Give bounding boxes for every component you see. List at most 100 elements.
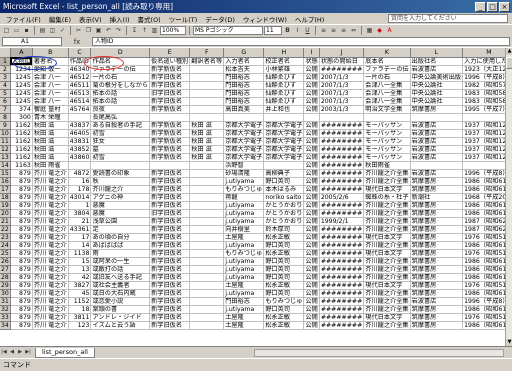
cell[interactable]: 879 [10,281,33,290]
cell[interactable]: 1152 [68,297,92,306]
cell[interactable]: 879 [10,209,33,218]
cell[interactable]: 雨 [90,249,151,258]
cell[interactable]: 拓本の話 [90,89,151,98]
row-header[interactable]: 20 [0,209,11,218]
cell[interactable] [189,297,225,306]
cell[interactable]: 43361 [68,225,92,234]
borders-icon[interactable]: ▦ [365,26,374,35]
cell[interactable]: アンドレ・ジイド [90,313,151,322]
cell[interactable] [189,73,225,82]
menu-data[interactable]: データ(D) [201,14,239,24]
cell[interactable]: 高柳典子 [263,169,305,178]
cell[interactable]: 879 [10,265,33,274]
cell[interactable]: 岩波書店 [410,169,464,178]
cell[interactable]: 879 [10,233,33,242]
cell[interactable]: 374 [10,105,33,114]
row-header[interactable]: 15 [0,169,11,178]
cell[interactable]: 青木 栄瞳 [32,113,69,122]
cell[interactable]: 野口英司 [263,265,305,274]
row-header[interactable]: 23 [0,233,11,242]
cell[interactable]: 野口英司 [263,257,305,266]
cell[interactable]: 1163 [10,161,33,170]
cell[interactable]: 鈴木厚司 [263,225,305,234]
cell[interactable]: 筑摩書房 [410,281,464,290]
sort-asc-icon[interactable]: ↑ [140,26,149,35]
row-header[interactable]: 6 [0,97,11,106]
cell[interactable]: ######## [319,297,365,306]
cell[interactable]: 旧字旧仮名 [149,89,191,98]
cell[interactable]: 足 [90,225,151,234]
column-header-e[interactable]: E [149,48,191,58]
row-header[interactable]: 10 [0,129,11,138]
cell[interactable]: 1999/2/1 [319,217,365,226]
cell[interactable]: かとうかおり [263,201,305,210]
cell[interactable]: 新字旧仮名 [149,81,191,90]
cell[interactable]: 公開 [303,105,320,114]
cell[interactable]: 1996（平成8） [462,297,505,306]
open-folder-icon[interactable]: ▭ [12,26,21,35]
cell[interactable]: 18 [68,305,92,314]
row-header[interactable]: 2 [0,65,11,74]
row-header[interactable]: 11 [0,137,11,146]
column-header-d[interactable]: D [90,48,151,58]
cell[interactable]: 筑摩書房 [410,249,464,258]
cell[interactable]: ######## [319,305,365,314]
cell[interactable]: 1987（昭和62） [462,225,505,234]
cell[interactable]: 1986（昭和61） [462,177,505,186]
cell[interactable]: アグニの神 [90,193,151,202]
cell[interactable] [189,201,225,210]
cell[interactable] [263,113,305,122]
cell[interactable]: 13 [68,265,92,274]
spreadsheet-grid[interactable]: ABCDEFGHIJKLM 1 人物ID 著者名 作品ID 作品名 仮名遣い種別 翻訳者名等… [0,48,505,346]
cell[interactable]: 879 [10,321,33,330]
cell[interactable] [410,161,464,170]
cell[interactable]: 会津 八一 [32,81,69,90]
row-header[interactable]: 29 [0,281,11,290]
cell[interactable] [90,161,151,170]
sheet-tab-list-person-all[interactable]: list_person_all [35,347,95,358]
help-question-input[interactable]: 質問を入力してください [388,14,508,23]
cell[interactable]: 本木はるみ [263,185,305,194]
cell[interactable]: 芥川 竜之介 [32,209,69,218]
cell[interactable] [189,105,225,114]
cell[interactable]: 門田裕志 [223,81,265,90]
cell[interactable]: 小林繁雄 [263,65,305,74]
cell[interactable]: 芥川龍之介全集 [363,225,411,234]
merge-center-icon[interactable]: ⇔ [349,26,358,35]
cell[interactable]: 筑摩書房 [410,177,464,186]
cell[interactable]: 会津 八一 [32,73,69,82]
cell[interactable]: 2007/1/3 [319,73,365,82]
cell[interactable]: 2003/1/3 [319,105,365,114]
row-header[interactable]: 19 [0,201,11,210]
cell[interactable]: 松本吉夫 [223,65,265,74]
menu-view[interactable]: 表示(V) [75,14,106,24]
cell[interactable]: 新字旧仮名 [149,97,191,106]
cell[interactable]: 芥川 竜之介 [32,225,69,234]
cell[interactable]: 芥川 竜之介 [32,201,69,210]
cell[interactable]: 墓 [90,145,151,154]
cell[interactable]: 岩波書店 [410,297,464,306]
cell[interactable]: 秋田 滋 [32,145,69,154]
cell[interactable]: 新字新仮名 [149,137,191,146]
maximize-button[interactable]: □ [487,1,498,12]
header-cell[interactable]: 状態 [303,57,320,66]
cell[interactable]: 879 [10,289,33,298]
cell[interactable]: 公開 [303,265,320,274]
cell[interactable]: 1245 [10,97,33,106]
cell[interactable]: noriko saito [263,193,305,202]
cell[interactable]: 京都大学電子 [223,137,265,146]
cell[interactable]: 中央公論美術出版 [410,73,464,82]
cell[interactable]: 芥川龍之介全集 [363,273,411,282]
cell[interactable]: 879 [10,193,33,202]
cell[interactable] [189,161,225,170]
cell[interactable] [189,113,225,122]
cell[interactable]: 新字旧仮名 [149,297,191,306]
cell[interactable]: ######## [319,249,365,258]
cell[interactable]: 新字旧仮名 [149,321,191,330]
cell[interactable]: 秋田 滋 [189,137,225,146]
cell[interactable]: 芥川 竜之介 [32,233,69,242]
cell[interactable]: 公開 [303,185,320,194]
header-cell[interactable]: 状態の開始日 [319,57,365,66]
bold-button[interactable]: B [283,26,292,35]
new-file-icon[interactable]: □ [2,26,11,35]
